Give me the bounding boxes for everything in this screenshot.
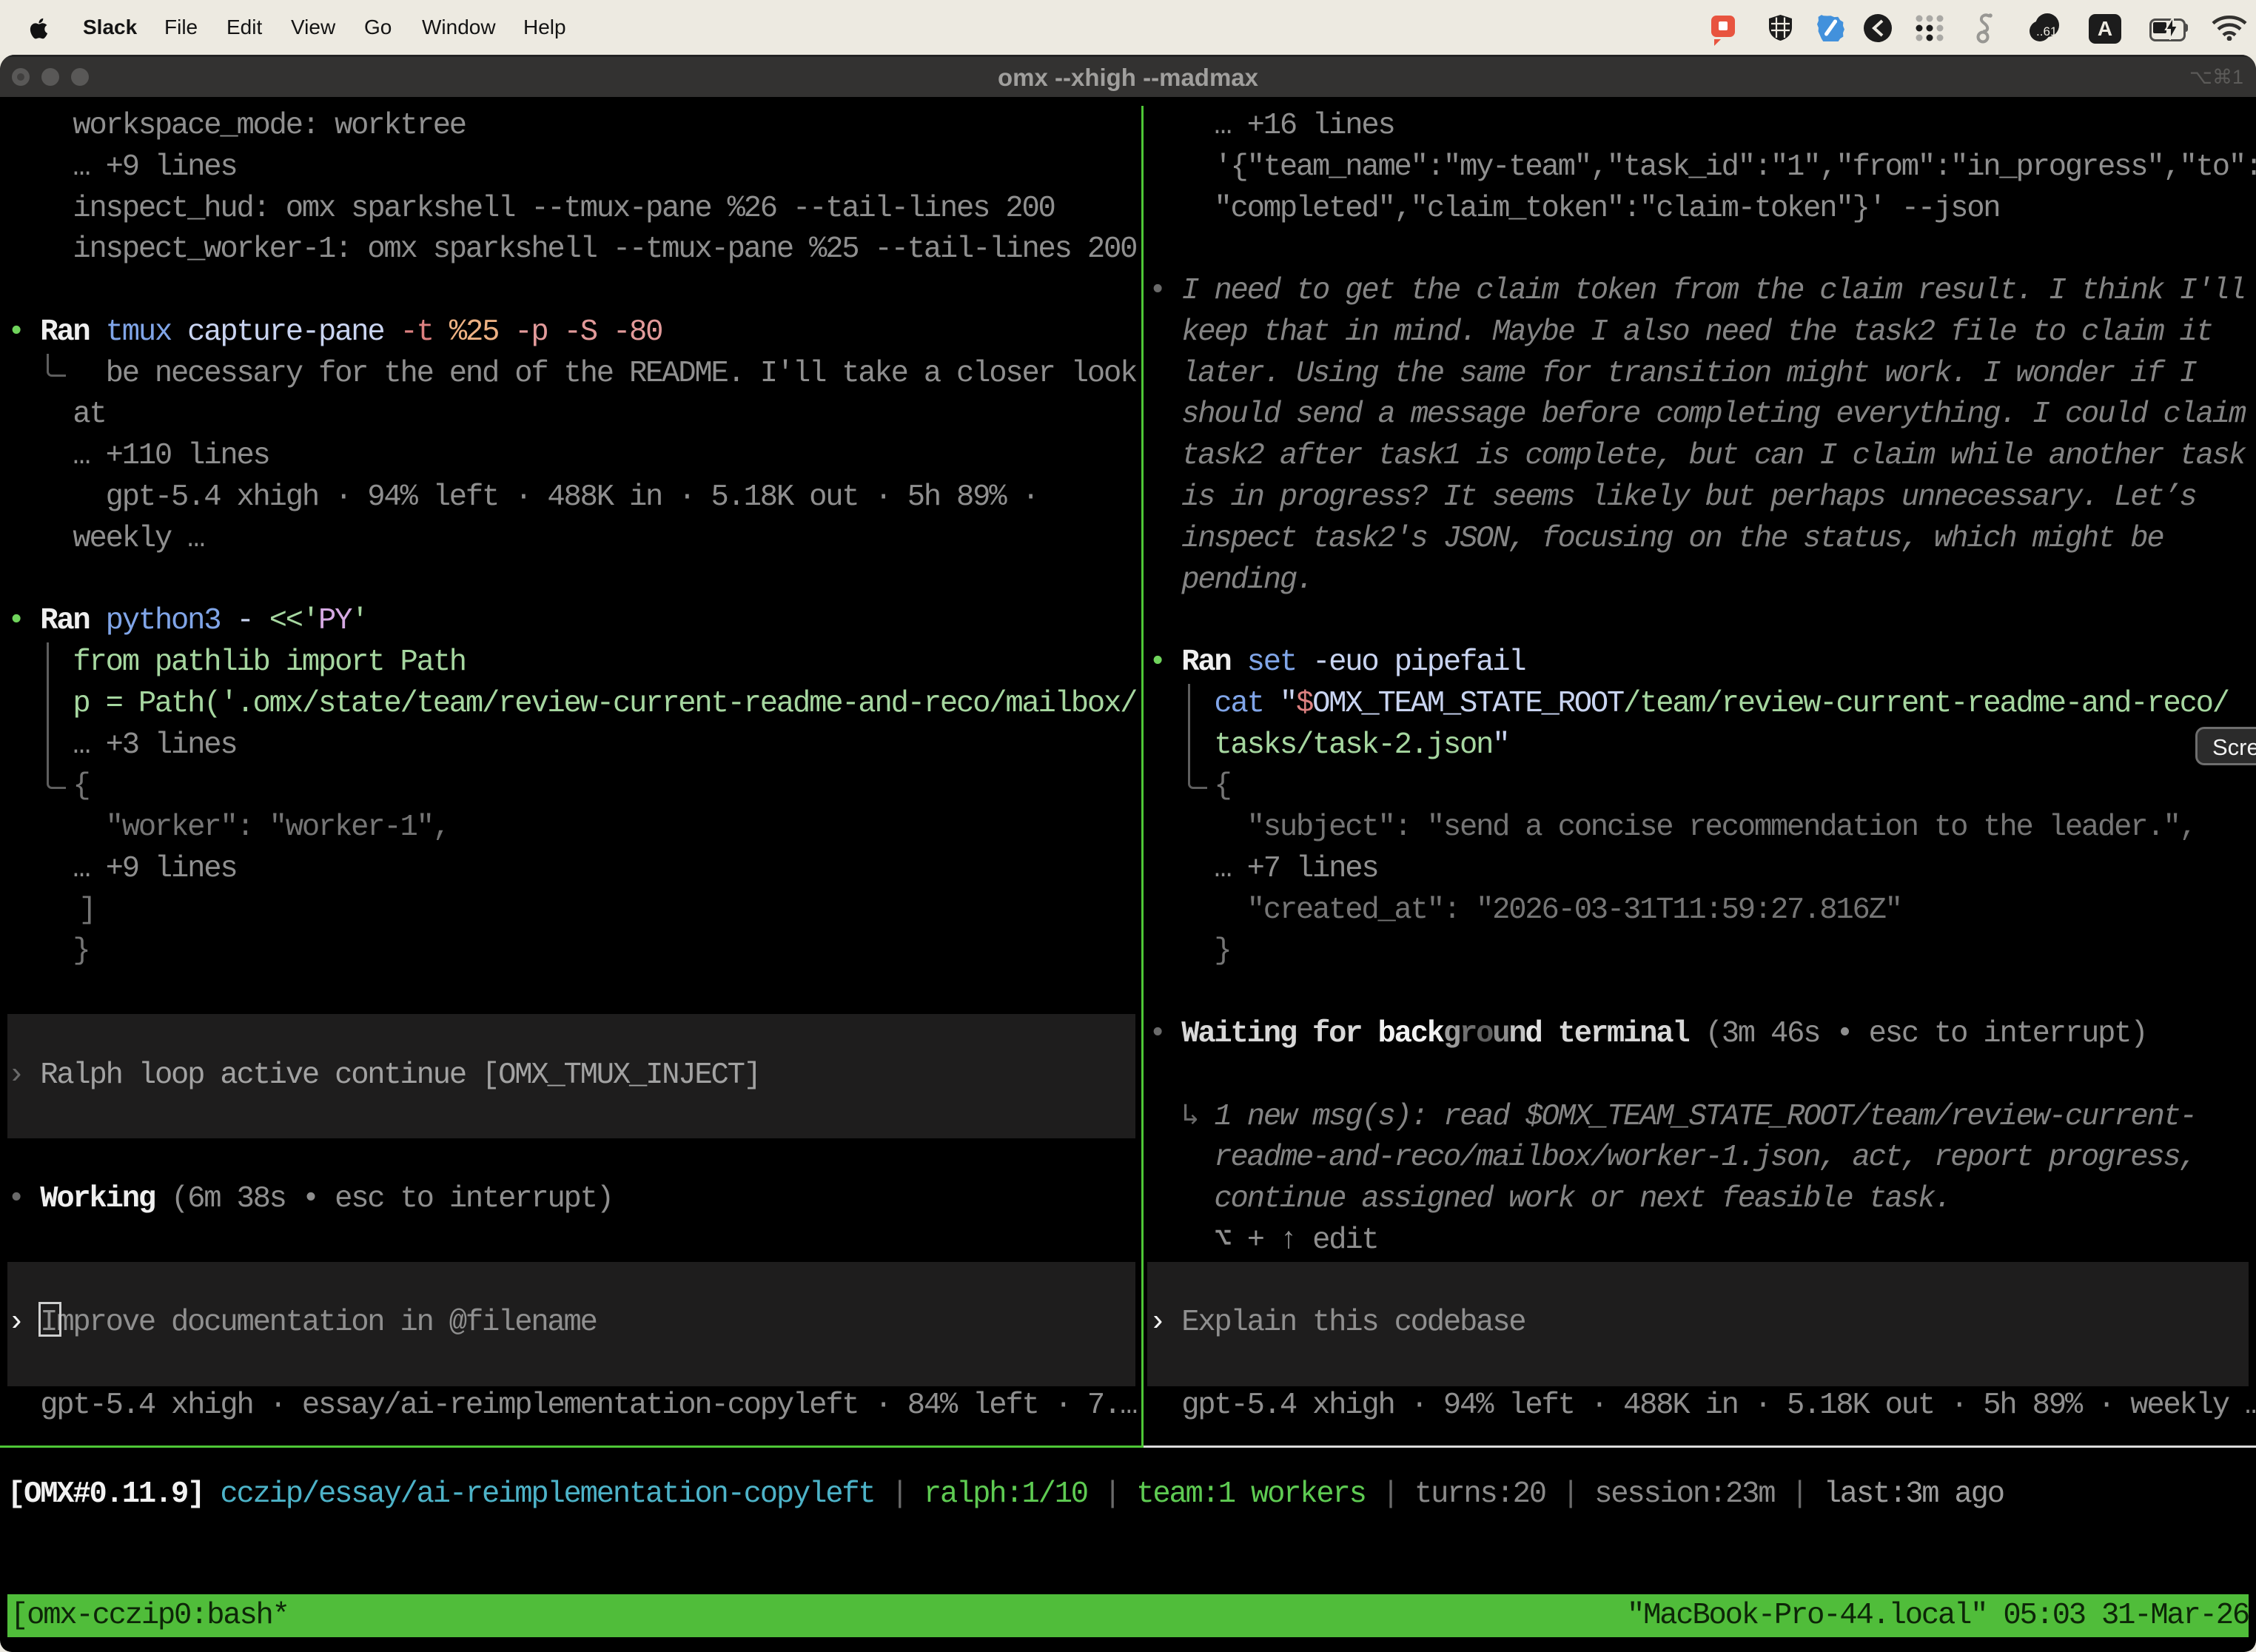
svg-text:..61: ..61: [2036, 24, 2057, 38]
